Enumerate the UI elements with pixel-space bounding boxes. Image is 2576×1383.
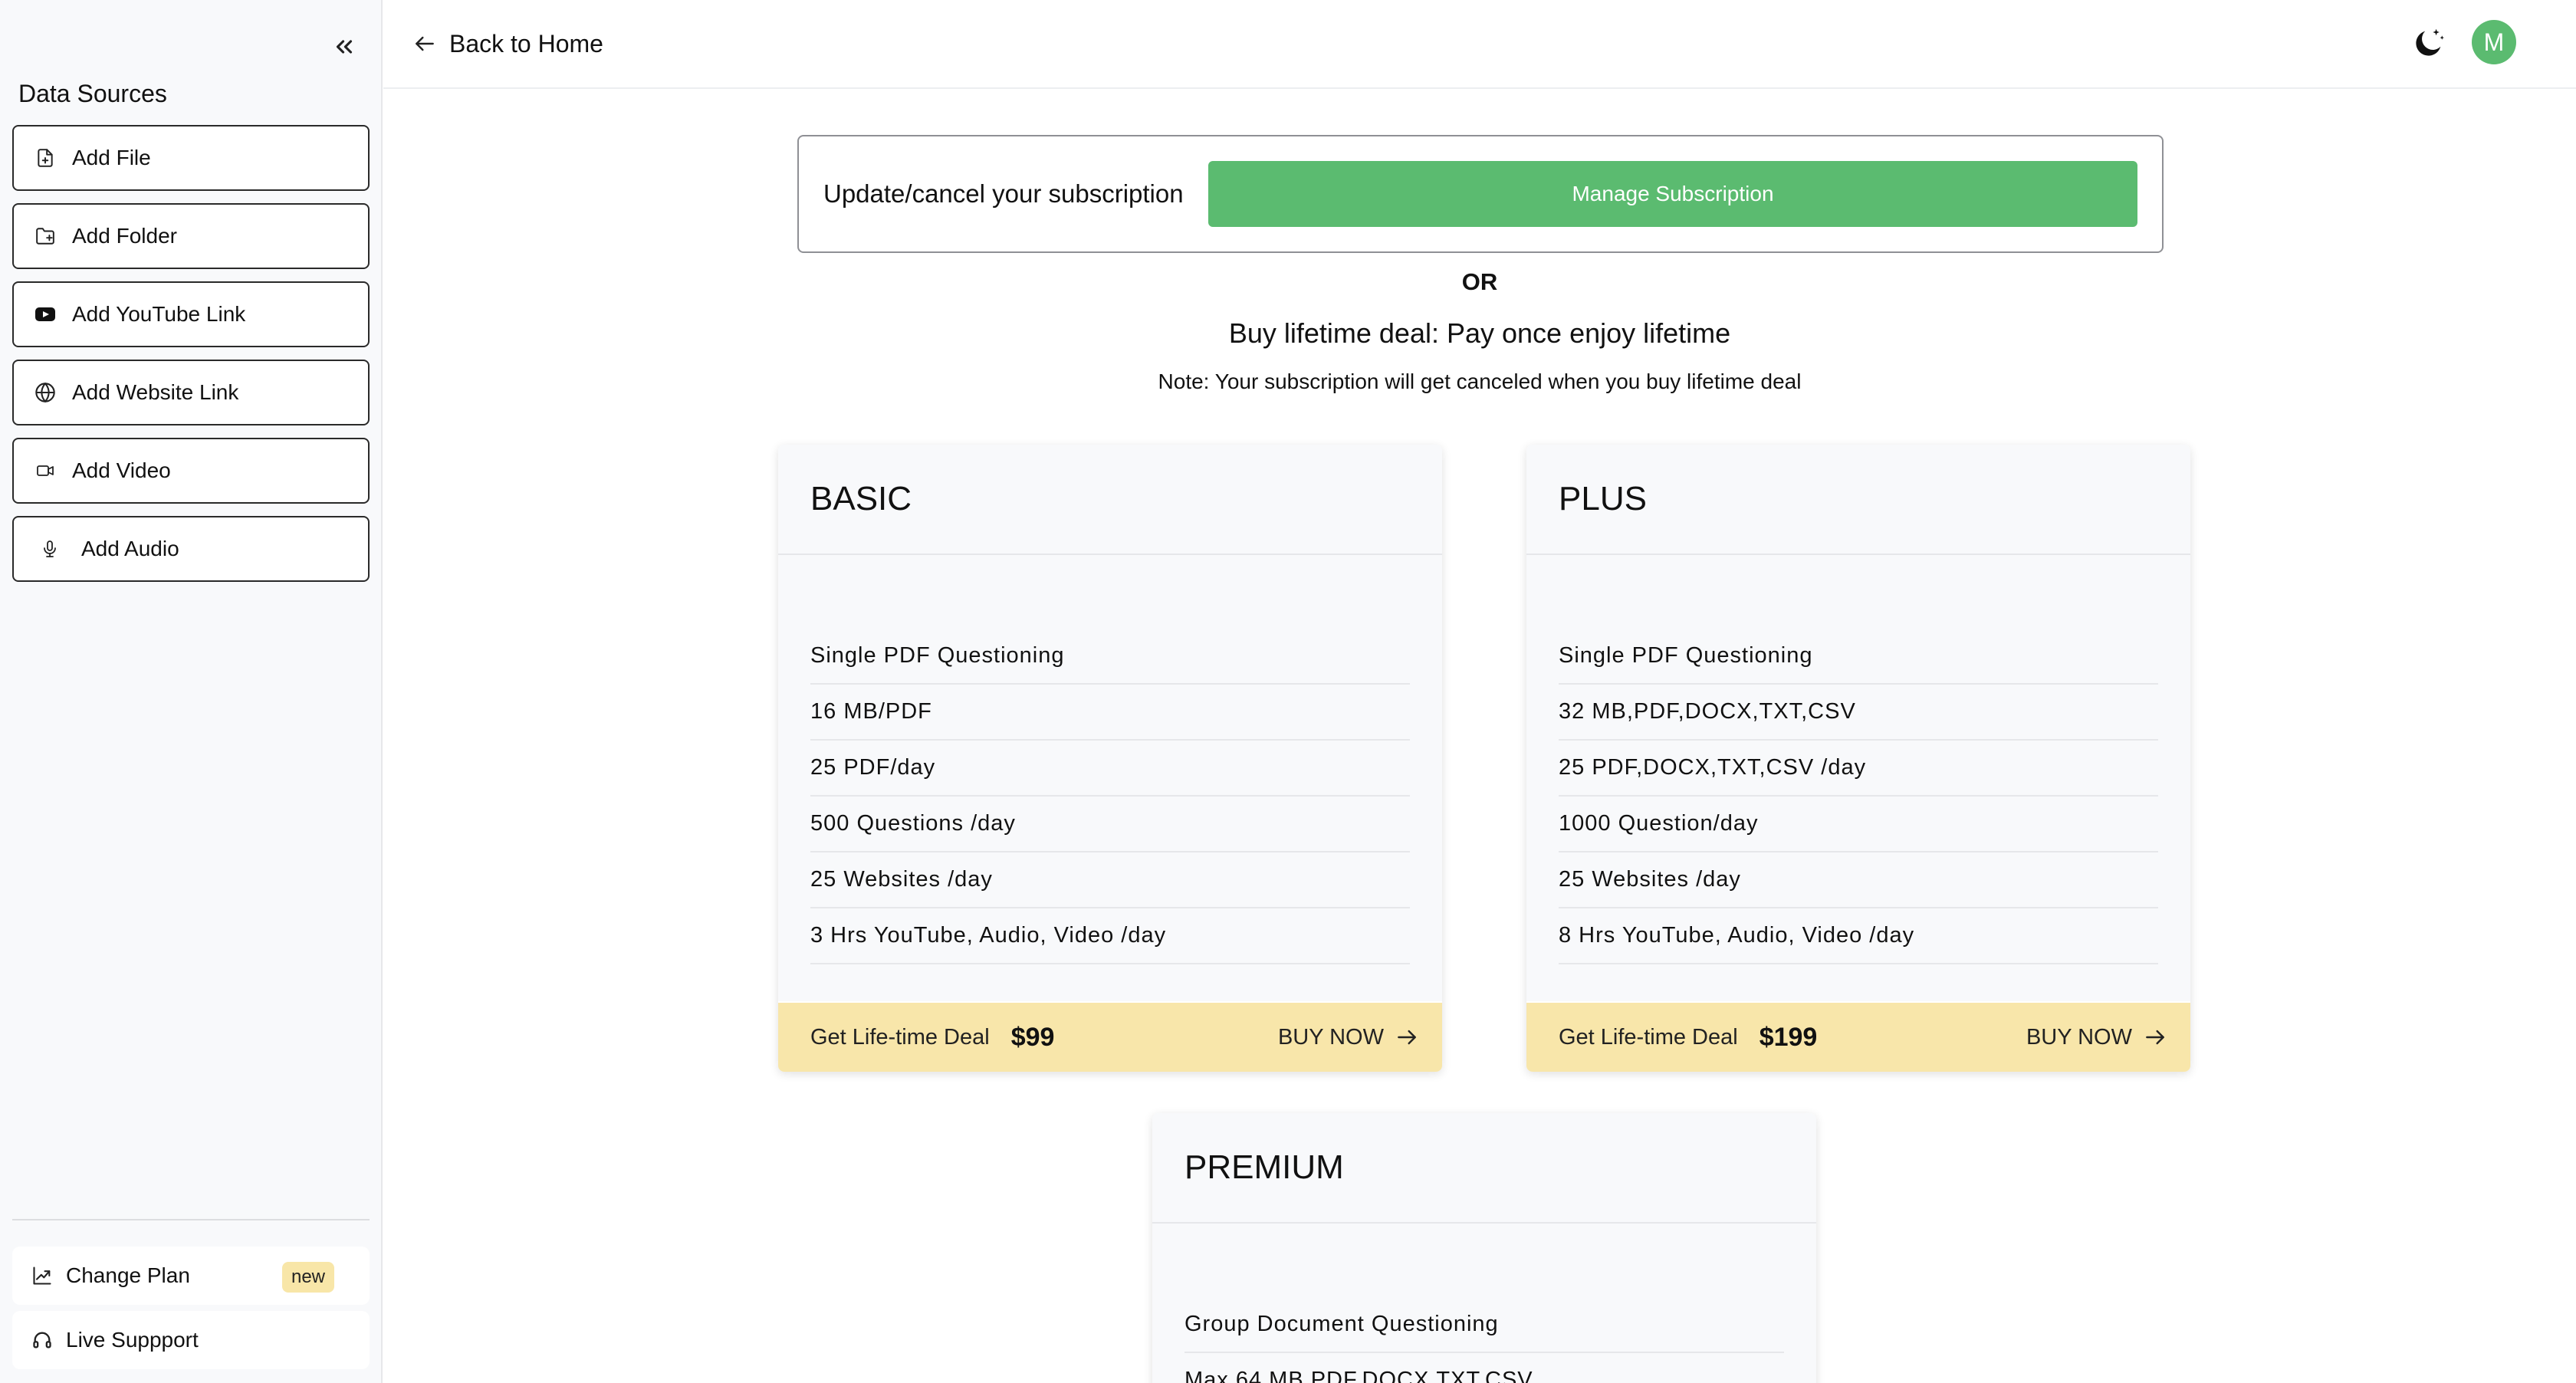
plan-feature: Max 64 MB,PDF,DOCX,TXT,CSV bbox=[1184, 1353, 1784, 1383]
deal-price: $199 bbox=[1759, 1022, 1818, 1052]
add-audio-button[interactable]: Add Audio bbox=[12, 516, 370, 582]
avatar[interactable]: M bbox=[2472, 20, 2516, 64]
plan-name: PREMIUM bbox=[1184, 1148, 1344, 1186]
plan-card-basic: BASIC Single PDF Questioning 16 MB/PDF 2… bbox=[778, 445, 1442, 1072]
chart-line-icon bbox=[29, 1263, 55, 1289]
add-folder-label: Add Folder bbox=[72, 224, 177, 248]
deal-label: Get Life-time Deal bbox=[810, 1024, 990, 1050]
plan-card-header: PREMIUM bbox=[1152, 1113, 1816, 1224]
data-source-list: Add File Add Folder Add YouTube Link Add… bbox=[12, 125, 370, 594]
add-file-label: Add File bbox=[72, 146, 151, 169]
deal-label: Get Life-time Deal bbox=[1559, 1024, 1738, 1050]
plan-feature: 8 Hrs YouTube, Audio, Video /day bbox=[1559, 908, 2158, 964]
plan-card-header: PLUS bbox=[1526, 445, 2190, 555]
plan-feature: 1000 Question/day bbox=[1559, 797, 2158, 852]
new-badge: new bbox=[281, 1262, 334, 1293]
moon-icon[interactable] bbox=[2407, 21, 2450, 64]
plan-feature: 25 Websites /day bbox=[810, 852, 1410, 908]
plan-feature: 25 Websites /day bbox=[1559, 852, 2158, 908]
plan-feature-list: Single PDF Questioning 32 MB,PDF,DOCX,TX… bbox=[1526, 555, 2190, 1001]
deal-price: $99 bbox=[1010, 1022, 1055, 1052]
plan-deal-footer: Get Life-time Deal $199 BUY NOW bbox=[1526, 1003, 2190, 1072]
back-to-home-link[interactable]: Back to Home bbox=[411, 25, 603, 63]
collapse-sidebar-icon[interactable] bbox=[325, 28, 363, 66]
folder-plus-icon bbox=[32, 223, 58, 249]
add-file-button[interactable]: Add File bbox=[12, 125, 370, 191]
lifetime-note: Note: Your subscription will get cancele… bbox=[1158, 370, 1802, 393]
add-audio-label: Add Audio bbox=[81, 537, 179, 560]
add-youtube-link-label: Add YouTube Link bbox=[72, 302, 246, 326]
plan-feature-list: Group Document Questioning Max 64 MB,PDF… bbox=[1152, 1224, 1816, 1383]
file-plus-icon bbox=[32, 145, 58, 171]
change-plan-label: Change Plan bbox=[66, 1263, 190, 1287]
add-folder-button[interactable]: Add Folder bbox=[12, 203, 370, 269]
plan-feature: 500 Questions /day bbox=[810, 797, 1410, 852]
plan-card-header: BASIC bbox=[778, 445, 1442, 555]
plan-feature: 16 MB/PDF bbox=[810, 685, 1410, 741]
add-website-link-label: Add Website Link bbox=[72, 380, 239, 404]
plan-feature: 32 MB,PDF,DOCX,TXT,CSV bbox=[1559, 685, 2158, 741]
arrow-left-icon bbox=[411, 30, 439, 57]
lifetime-deal-heading: Buy lifetime deal: Pay once enjoy lifeti… bbox=[1228, 317, 1731, 349]
add-video-button[interactable]: Add Video bbox=[12, 438, 370, 504]
plan-feature: 25 PDF/day bbox=[810, 741, 1410, 797]
plan-card-plus: PLUS Single PDF Questioning 32 MB,PDF,DO… bbox=[1526, 445, 2190, 1072]
headset-icon bbox=[29, 1327, 55, 1353]
live-support-label: Live Suppport bbox=[66, 1328, 199, 1352]
plan-name: PLUS bbox=[1559, 480, 1647, 517]
add-youtube-link-button[interactable]: Add YouTube Link bbox=[12, 281, 370, 347]
microphone-icon bbox=[37, 536, 63, 562]
add-video-label: Add Video bbox=[72, 458, 171, 482]
plan-feature: Single PDF Questioning bbox=[810, 629, 1410, 685]
arrow-right-icon bbox=[2141, 1023, 2169, 1051]
plan-feature: 25 PDF,DOCX,TXT,CSV /day bbox=[1559, 741, 2158, 797]
buy-now-label: BUY NOW bbox=[2026, 1024, 2132, 1050]
back-to-home-label: Back to Home bbox=[449, 29, 603, 57]
video-camera-icon bbox=[32, 458, 58, 484]
plan-feature: Single PDF Questioning bbox=[1559, 629, 2158, 685]
sidebar-title: Data Sources bbox=[18, 80, 167, 107]
or-separator: OR bbox=[1461, 268, 1498, 295]
sidebar: Data Sources Add File Add Folder Add You… bbox=[0, 0, 383, 1383]
plan-feature: 3 Hrs YouTube, Audio, Video /day bbox=[810, 908, 1410, 964]
plan-feature: Group Document Questioning bbox=[1184, 1297, 1784, 1353]
sidebar-divider bbox=[12, 1219, 370, 1220]
main-content: Update/cancel your subscription Manage S… bbox=[383, 90, 2576, 1383]
add-website-link-button[interactable]: Add Website Link bbox=[12, 360, 370, 425]
plan-feature-list: Single PDF Questioning 16 MB/PDF 25 PDF/… bbox=[778, 555, 1442, 1001]
youtube-icon bbox=[32, 301, 58, 327]
plan-card-premium: PREMIUM Group Document Questioning Max 6… bbox=[1152, 1113, 1816, 1383]
plan-name: BASIC bbox=[810, 480, 912, 517]
subscription-box: Update/cancel your subscription Manage S… bbox=[797, 135, 2164, 253]
buy-now-label: BUY NOW bbox=[1277, 1024, 1384, 1050]
top-header: Back to Home M bbox=[383, 0, 2576, 89]
globe-icon bbox=[32, 379, 58, 406]
change-plan-button[interactable]: Change Plan new bbox=[12, 1247, 370, 1305]
app-root: Data Sources Add File Add Folder Add You… bbox=[0, 0, 2576, 1383]
subscription-text: Update/cancel your subscription bbox=[823, 179, 1184, 208]
buy-now-button[interactable]: BUY NOW bbox=[2026, 1003, 2169, 1072]
manage-subscription-button[interactable]: Manage Subscription bbox=[1208, 161, 2137, 227]
plan-deal-footer: Get Life-time Deal $99 BUY NOW bbox=[778, 1003, 1442, 1072]
buy-now-button[interactable]: BUY NOW bbox=[1278, 1003, 1421, 1072]
live-support-button[interactable]: Live Suppport bbox=[12, 1311, 370, 1369]
arrow-right-icon bbox=[1393, 1023, 1421, 1051]
